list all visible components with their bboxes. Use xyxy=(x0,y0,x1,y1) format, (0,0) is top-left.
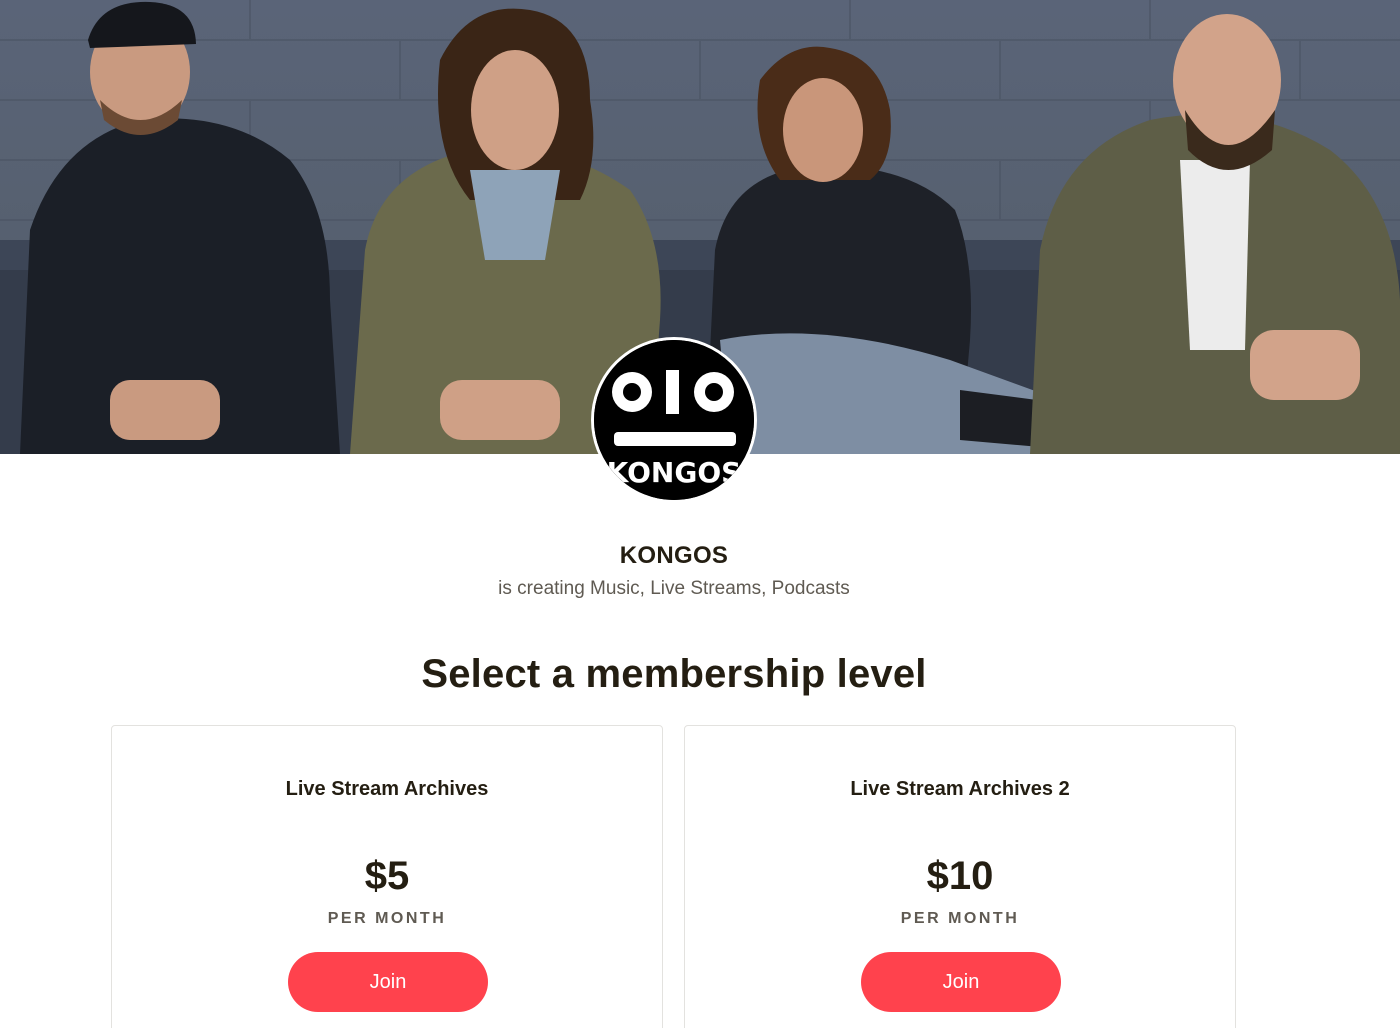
kongos-logo: KONGOS xyxy=(594,340,754,500)
creator-avatar[interactable]: KONGOS xyxy=(591,337,757,503)
tier-card: Live Stream Archives $5 PER MONTH Join xyxy=(111,725,663,1028)
tier-period: PER MONTH xyxy=(900,910,1020,927)
creator-page: KONGOS KONGOS is creating Music, Live St… xyxy=(0,0,1400,1028)
tier-price: $5 xyxy=(364,854,410,898)
creator-tagline: is creating Music, Live Streams, Podcast… xyxy=(498,578,850,599)
creator-name: KONGOS xyxy=(619,542,729,569)
logo-text: KONGOS xyxy=(607,456,742,489)
tier-period: PER MONTH xyxy=(327,910,447,927)
tier-price: $10 xyxy=(926,854,994,898)
tier-name: Live Stream Archives xyxy=(285,778,489,800)
join-button[interactable]: Join xyxy=(861,952,1061,1012)
join-button[interactable]: Join xyxy=(288,952,488,1012)
tier-card: Live Stream Archives 2 $10 PER MONTH Joi… xyxy=(684,725,1236,1028)
membership-section-title: Select a membership level xyxy=(421,652,927,696)
tier-name: Live Stream Archives 2 xyxy=(850,778,1070,800)
